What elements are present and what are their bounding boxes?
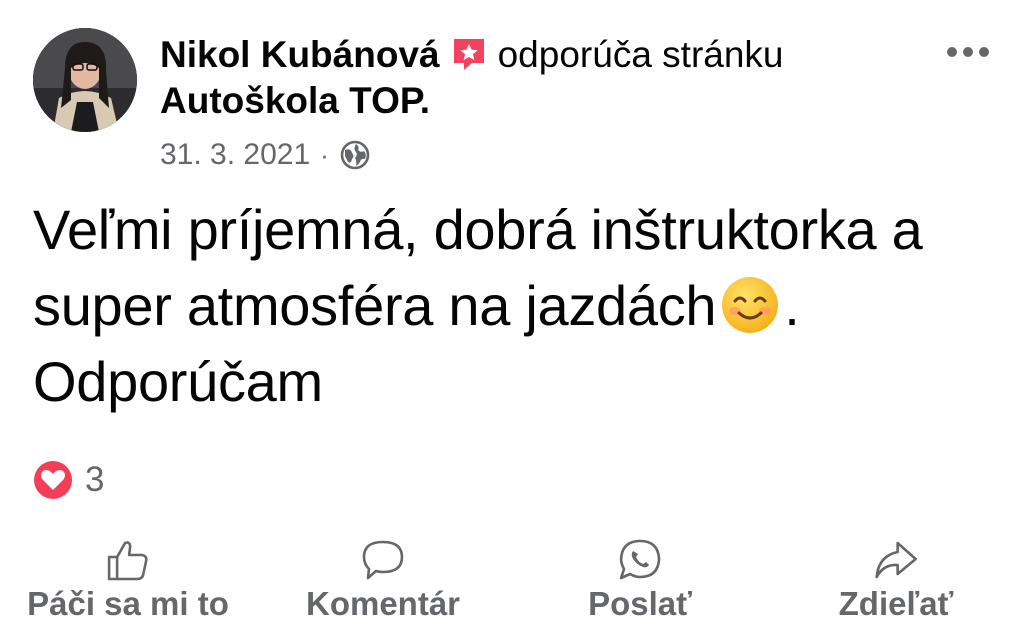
author-name[interactable]: Nikol Kubánová bbox=[160, 34, 440, 75]
globe-icon bbox=[340, 140, 370, 170]
comment-button[interactable]: Komentár bbox=[306, 537, 460, 623]
page-suffix: . bbox=[419, 80, 431, 121]
page-name-link[interactable]: Autoškola TOP bbox=[160, 80, 420, 121]
action-bar: Páči sa mi to Komentár Poslať Zdieľať bbox=[0, 537, 1024, 633]
reaction-count: 3 bbox=[85, 460, 105, 499]
share-button[interactable]: Zdieľať bbox=[838, 537, 954, 623]
profile-photo bbox=[33, 28, 137, 132]
post-body: Veľmi príjemná, dobrá inštruktorka a sup… bbox=[33, 192, 1013, 420]
comment-label: Komentár bbox=[305, 585, 461, 622]
more-options-button[interactable] bbox=[940, 32, 996, 72]
heart-icon bbox=[34, 461, 72, 499]
whatsapp-icon bbox=[619, 539, 661, 580]
reactions-summary[interactable]: 3 bbox=[33, 460, 104, 500]
recommend-text: odporúča stránku bbox=[497, 34, 784, 75]
share-icon bbox=[875, 541, 918, 579]
recommendation-star-icon bbox=[453, 39, 484, 70]
like-icon bbox=[107, 541, 148, 581]
share-label: Zdieľať bbox=[838, 585, 954, 622]
smiling-face-icon bbox=[722, 277, 779, 333]
post-header: Nikol Kubánová odporúča stránku Autoškol… bbox=[160, 32, 920, 124]
post-meta: 31. 3. 2021 · bbox=[160, 138, 371, 172]
avatar[interactable] bbox=[33, 28, 137, 132]
like-label: Páči sa mi to bbox=[27, 585, 229, 622]
like-button[interactable]: Páči sa mi to bbox=[27, 537, 229, 623]
send-button[interactable]: Poslať bbox=[588, 537, 692, 623]
separator-dot: · bbox=[320, 139, 329, 170]
comment-icon bbox=[362, 540, 404, 580]
more-dots-icon bbox=[947, 47, 989, 57]
send-label: Poslať bbox=[588, 585, 692, 622]
post-date[interactable]: 31. 3. 2021 bbox=[160, 138, 310, 172]
